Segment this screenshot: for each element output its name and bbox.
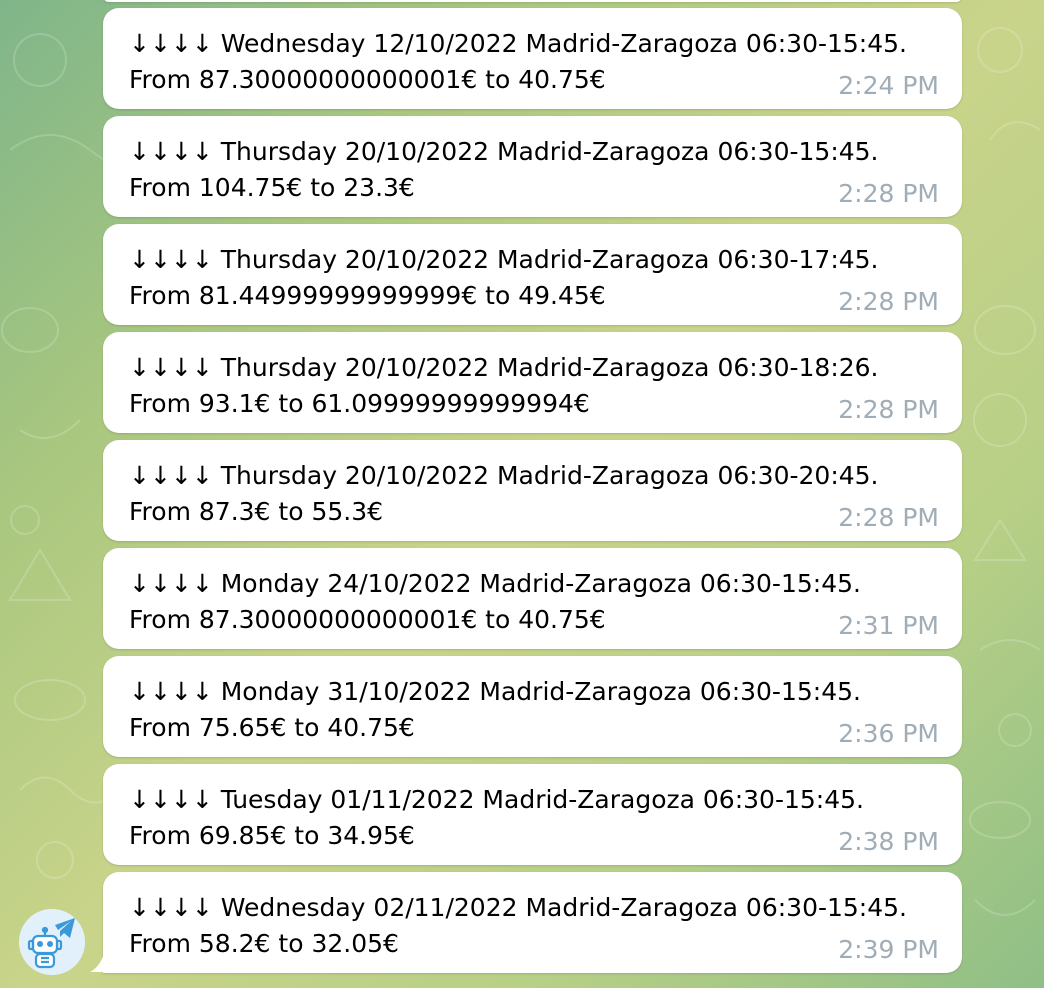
message-timestamp: 2:28 PM	[838, 503, 939, 532]
message-bubble[interactable]: ↓↓↓↓ Thursday 20/10/2022 Madrid-Zaragoza…	[103, 224, 962, 325]
message-text: ↓↓↓↓ Monday 31/10/2022 Madrid-Zaragoza 0…	[129, 677, 861, 742]
message-text: ↓↓↓↓ Thursday 20/10/2022 Madrid-Zaragoza…	[129, 137, 879, 202]
previous-message-bubble-edge	[103, 0, 962, 2]
message-text: ↓↓↓↓ Wednesday 02/11/2022 Madrid-Zaragoz…	[129, 893, 907, 958]
message-text: ↓↓↓↓ Thursday 20/10/2022 Madrid-Zaragoza…	[129, 353, 879, 418]
message-bubble[interactable]: ↓↓↓↓ Wednesday 02/11/2022 Madrid-Zaragoz…	[103, 872, 962, 973]
bot-avatar[interactable]	[19, 909, 85, 975]
message-timestamp: 2:28 PM	[838, 179, 939, 208]
message-text: ↓↓↓↓ Wednesday 12/10/2022 Madrid-Zaragoz…	[129, 29, 907, 94]
message-timestamp: 2:38 PM	[838, 827, 939, 856]
message-text: ↓↓↓↓ Monday 24/10/2022 Madrid-Zaragoza 0…	[129, 569, 861, 634]
message-bubble[interactable]: ↓↓↓↓ Wednesday 12/10/2022 Madrid-Zaragoz…	[103, 8, 962, 109]
message-bubble[interactable]: ↓↓↓↓ Thursday 20/10/2022 Madrid-Zaragoza…	[103, 116, 962, 217]
message-timestamp: 2:28 PM	[838, 287, 939, 316]
message-text: ↓↓↓↓ Thursday 20/10/2022 Madrid-Zaragoza…	[129, 245, 879, 310]
message-bubble[interactable]: ↓↓↓↓ Monday 24/10/2022 Madrid-Zaragoza 0…	[103, 548, 962, 649]
message-timestamp: 2:31 PM	[838, 611, 939, 640]
robot-telegram-icon	[19, 909, 85, 975]
message-bubble[interactable]: ↓↓↓↓ Thursday 20/10/2022 Madrid-Zaragoza…	[103, 440, 962, 541]
message-timestamp: 2:36 PM	[838, 719, 939, 748]
message-bubble[interactable]: ↓↓↓↓ Monday 31/10/2022 Madrid-Zaragoza 0…	[103, 656, 962, 757]
message-text: ↓↓↓↓ Thursday 20/10/2022 Madrid-Zaragoza…	[129, 461, 879, 526]
message-timestamp: 2:24 PM	[838, 71, 939, 100]
message-bubble[interactable]: ↓↓↓↓ Tuesday 01/11/2022 Madrid-Zaragoza …	[103, 764, 962, 865]
message-timestamp: 2:39 PM	[838, 935, 939, 964]
message-bubble[interactable]: ↓↓↓↓ Thursday 20/10/2022 Madrid-Zaragoza…	[103, 332, 962, 433]
message-timestamp: 2:28 PM	[838, 395, 939, 424]
message-text: ↓↓↓↓ Tuesday 01/11/2022 Madrid-Zaragoza …	[129, 785, 864, 850]
bubble-tail	[90, 946, 106, 972]
